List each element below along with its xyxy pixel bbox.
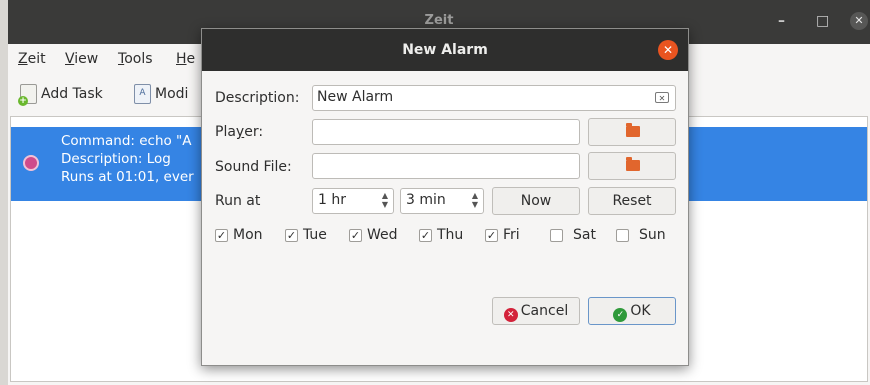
checkbox-tue[interactable]: ✓: [285, 228, 298, 242]
menu-zeit-mnemonic: Z: [18, 51, 28, 67]
task-schedule: Runs at 01:01, ever: [61, 169, 194, 185]
day-thu-label: Thu: [437, 227, 464, 243]
modify-task-button[interactable]: A Modi: [134, 82, 188, 106]
add-task-icon: +: [18, 84, 37, 106]
player-label: Player:: [215, 124, 264, 140]
day-wed-label: Wed: [367, 227, 398, 243]
sound-file-input[interactable]: [312, 153, 580, 179]
new-alarm-dialog: New Alarm ✕ Description: New Alarm ✕ Pla…: [201, 28, 689, 366]
spin-arrows-icon[interactable]: ▲ ▼: [382, 191, 388, 209]
folder-icon: [626, 157, 640, 171]
now-button[interactable]: Now: [492, 187, 580, 215]
day-sun[interactable]: Sun: [616, 227, 666, 243]
window-title: Zeit: [424, 13, 454, 28]
player-input[interactable]: [312, 119, 580, 145]
description-value: New Alarm: [317, 89, 394, 105]
reset-button[interactable]: Reset: [588, 187, 676, 215]
checkbox-fri[interactable]: ✓: [485, 228, 498, 242]
ok-button[interactable]: ✓ OK: [588, 297, 676, 325]
day-sun-label: Sun: [639, 227, 666, 243]
menu-view[interactable]: View: [65, 51, 98, 67]
player-browse-button[interactable]: [588, 118, 676, 146]
day-sat[interactable]: Sat: [550, 227, 596, 243]
maximize-icon[interactable]: □: [816, 13, 829, 29]
menu-help-label: e: [186, 51, 196, 67]
day-fri[interactable]: ✓ Fri: [485, 227, 520, 243]
day-fri-label: Fri: [503, 227, 520, 243]
dialog-close-icon[interactable]: ✕: [658, 40, 678, 60]
description-label: Description:: [215, 90, 300, 106]
ok-check-icon: ✓: [613, 308, 628, 322]
clear-text-icon[interactable]: ✕: [655, 92, 669, 103]
task-description: Description: Log: [61, 151, 171, 167]
day-mon-label: Mon: [233, 227, 263, 243]
disabled-task-icon: [23, 155, 39, 171]
ok-label: OK: [630, 303, 651, 319]
menu-view-label: iew: [74, 51, 99, 67]
folder-icon: [626, 123, 640, 137]
menu-help-mnemonic: H: [176, 51, 187, 67]
checkbox-sun[interactable]: [616, 228, 629, 242]
sound-file-label: Sound File:: [215, 159, 292, 175]
description-input[interactable]: New Alarm ✕: [312, 85, 676, 111]
checkbox-sat[interactable]: [550, 228, 563, 242]
hours-value: 1 hr: [318, 192, 346, 208]
checkbox-mon[interactable]: ✓: [215, 228, 228, 242]
add-task-label: Add Task: [41, 86, 103, 102]
day-wed[interactable]: ✓ Wed: [349, 227, 398, 243]
menu-tools-label: ools: [124, 51, 153, 67]
checkbox-thu[interactable]: ✓: [419, 228, 432, 242]
checkbox-wed[interactable]: ✓: [349, 228, 362, 242]
menu-zeit[interactable]: Zeit: [18, 51, 46, 67]
add-task-button[interactable]: + Add Task: [18, 82, 103, 106]
dialog-title: New Alarm: [402, 42, 488, 58]
menu-zeit-label: eit: [27, 51, 46, 67]
menu-help[interactable]: He: [176, 51, 195, 67]
day-sat-label: Sat: [573, 227, 596, 243]
spin-arrows-icon[interactable]: ▲ ▼: [472, 191, 478, 209]
day-tue-label: Tue: [303, 227, 327, 243]
modify-task-icon: A: [134, 84, 151, 104]
sound-file-browse-button[interactable]: [588, 152, 676, 180]
day-mon[interactable]: ✓ Mon: [215, 227, 263, 243]
task-command: Command: echo "A: [61, 133, 192, 149]
cancel-label: Cancel: [520, 303, 569, 319]
minimize-icon[interactable]: –: [778, 13, 785, 29]
cancel-icon: ✕: [503, 308, 518, 322]
cancel-button[interactable]: ✕ Cancel: [492, 297, 580, 325]
menu-view-mnemonic: V: [65, 51, 75, 67]
close-icon[interactable]: ✕: [850, 12, 868, 30]
minutes-spinner[interactable]: 3 min ▲ ▼: [400, 188, 484, 214]
day-thu[interactable]: ✓ Thu: [419, 227, 463, 243]
hours-spinner[interactable]: 1 hr ▲ ▼: [312, 188, 394, 214]
day-tue[interactable]: ✓ Tue: [285, 227, 327, 243]
minutes-value: 3 min: [406, 192, 446, 208]
modify-task-label: Modi: [155, 86, 189, 102]
run-at-label: Run at: [215, 193, 261, 209]
menu-tools[interactable]: Tools: [118, 51, 153, 67]
dialog-titlebar: New Alarm ✕: [202, 29, 688, 71]
